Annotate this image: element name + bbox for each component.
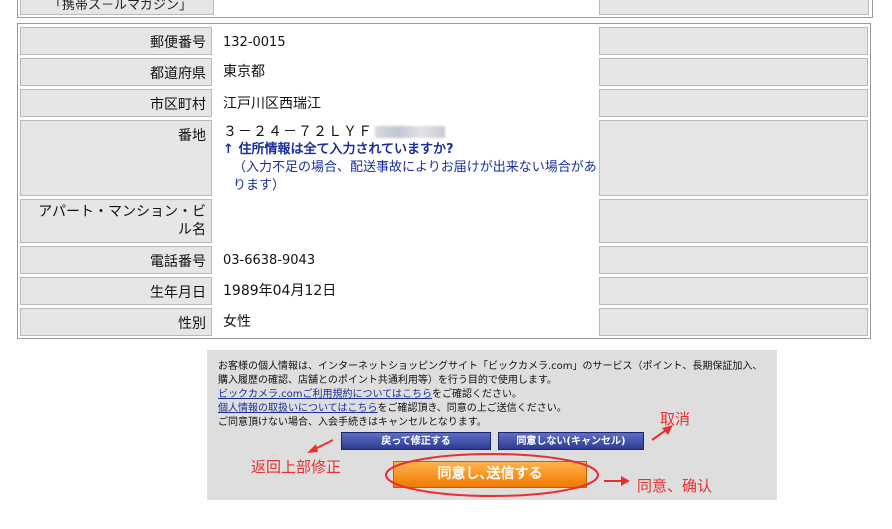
agree-button-highlight-ellipse	[385, 453, 599, 497]
annotation-overlay	[307, 425, 673, 497]
back-arrow-head	[307, 444, 318, 453]
annotation-back: 返回上部修正	[251, 458, 342, 476]
agree-arrow-head	[621, 476, 630, 486]
annotation-agree: 同意、确认	[637, 477, 713, 495]
annotation-cancel: 取消	[660, 410, 691, 428]
